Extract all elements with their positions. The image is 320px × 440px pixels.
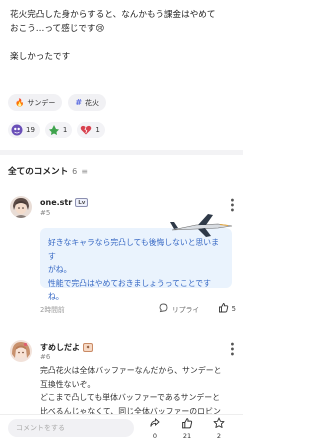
section-divider: [0, 150, 243, 155]
green-sticker-icon: [48, 124, 60, 136]
comment-text: 完凸花火は全体バッファーなんだから、サンデーと 互換性ないぞ。 どこまで凸しても…: [40, 366, 222, 416]
reaction-count: 1: [62, 126, 68, 134]
post-text-line: おこう…って感じです😢: [10, 24, 105, 34]
like-post-button[interactable]: 21: [175, 417, 199, 440]
avatar[interactable]: [10, 196, 32, 218]
share-icon: [149, 417, 161, 432]
share-button[interactable]: 0: [143, 417, 167, 440]
reaction-purple[interactable]: 19: [8, 122, 40, 138]
reaction-green[interactable]: 1: [44, 122, 73, 138]
reaction-count: 19: [26, 126, 35, 134]
like-count: 21: [182, 432, 192, 440]
more-options-icon[interactable]: •••: [226, 341, 237, 356]
tag-label: 花火: [85, 98, 100, 107]
comment-username[interactable]: one.str Lv: [40, 198, 89, 207]
purple-sticker-icon: [11, 124, 23, 136]
user-badge: Lv: [75, 198, 89, 207]
reply-button[interactable]: リプライ: [158, 302, 199, 316]
tag-hanabi[interactable]: # 花火: [68, 94, 107, 111]
broken-heart-icon: [80, 124, 92, 136]
sort-icon[interactable]: ≡: [81, 167, 88, 176]
comments-header: 全てのコメント 6 ≡: [8, 165, 88, 178]
comment-number: #5: [40, 209, 51, 217]
star-icon: [213, 417, 225, 432]
reaction-broken-heart[interactable]: 1: [77, 122, 105, 138]
reply-icon: [158, 302, 169, 316]
thumbs-up-icon: [218, 302, 229, 316]
fire-icon: 🔥: [15, 98, 25, 107]
star-count: 2: [216, 432, 222, 440]
tag-label: サンデー: [27, 98, 56, 107]
post-body: 花火完凸した身からすると、なんかもう課金はやめて おこう…って感じです😢 楽しか…: [10, 8, 236, 64]
comment-meta: 2時間前 リプライ 5: [40, 302, 236, 316]
share-count: 0: [152, 432, 158, 440]
comment-time: 2時間前: [40, 306, 65, 314]
hash-icon: #: [75, 98, 83, 107]
avatar[interactable]: [10, 340, 32, 362]
favorite-button[interactable]: 2: [207, 417, 231, 440]
post-text-line: 花火完凸した身からすると、なんかもう課金はやめて: [10, 10, 216, 20]
like-button[interactable]: 5: [218, 302, 236, 316]
tag-list: 🔥 サンデー # 花火: [8, 94, 107, 111]
comments-count: 6: [72, 166, 78, 176]
thumbs-up-icon: [181, 417, 193, 432]
bottom-action-bar: コメントをする 0 21 2: [0, 414, 243, 440]
comment-username[interactable]: すめしだよ ✦: [40, 342, 93, 353]
comment-number: #6: [40, 353, 51, 361]
comments-title: 全てのコメント: [8, 167, 69, 177]
reaction-list: 19 1 1: [8, 122, 105, 138]
plane-sticker-icon: [170, 214, 233, 237]
more-options-icon[interactable]: •••: [226, 197, 237, 212]
tag-sunday[interactable]: 🔥 サンデー: [8, 94, 63, 111]
reaction-count: 1: [95, 126, 100, 134]
comment-input[interactable]: コメントをする: [8, 419, 134, 437]
user-badge: ✦: [83, 343, 93, 352]
post-text-line: 楽しかったです: [10, 52, 71, 62]
